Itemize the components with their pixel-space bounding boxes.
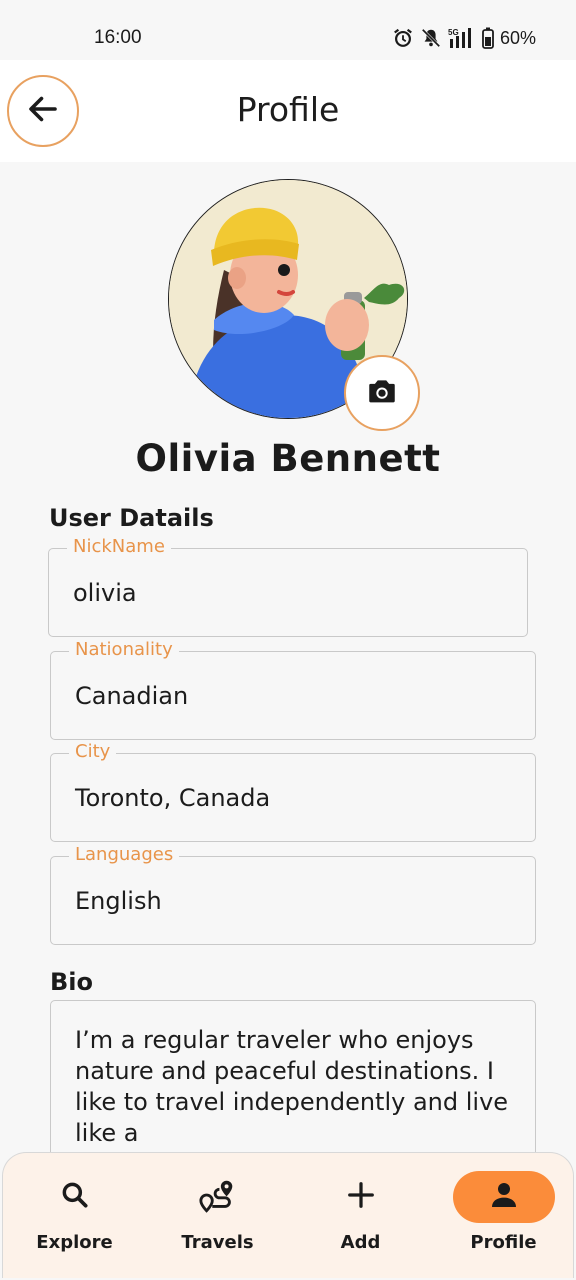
nav-add-icon-wrap bbox=[310, 1171, 412, 1223]
status-time: 16:00 bbox=[94, 27, 142, 48]
nav-travels-icon-wrap bbox=[167, 1171, 269, 1223]
nav-travels[interactable]: Travels bbox=[146, 1153, 289, 1279]
route-icon bbox=[198, 1177, 238, 1217]
person-icon bbox=[488, 1179, 520, 1215]
languages-value: English bbox=[75, 887, 162, 915]
languages-label: Languages bbox=[69, 844, 180, 866]
nationality-value: Canadian bbox=[75, 682, 189, 710]
app-header: Profile bbox=[0, 60, 576, 162]
user-name: Olivia Bennett bbox=[135, 437, 441, 480]
nav-explore-icon-wrap bbox=[24, 1171, 126, 1223]
bio-text: I’m a regular traveler who enjoys nature… bbox=[75, 1026, 509, 1147]
nav-travels-label: Travels bbox=[181, 1232, 254, 1253]
nav-add-label: Add bbox=[340, 1232, 381, 1253]
nav-profile-icon-wrap bbox=[452, 1171, 555, 1223]
nationality-field[interactable]: Nationality Canadian bbox=[50, 639, 536, 740]
user-details-title: User Datails bbox=[49, 504, 214, 532]
mute-icon bbox=[420, 27, 442, 49]
alarm-icon bbox=[392, 27, 414, 49]
plus-icon bbox=[346, 1180, 376, 1214]
nickname-value: olivia bbox=[73, 579, 137, 607]
city-label: City bbox=[69, 741, 117, 763]
5g-signal-icon: 5G bbox=[448, 27, 476, 49]
nav-profile[interactable]: Profile bbox=[432, 1153, 575, 1279]
bio-title: Bio bbox=[50, 968, 94, 996]
avatar-container bbox=[168, 179, 420, 431]
battery-icon bbox=[482, 27, 494, 49]
nav-profile-label: Profile bbox=[470, 1232, 537, 1253]
svg-text:5G: 5G bbox=[448, 28, 459, 37]
nickname-field[interactable]: NickName olivia bbox=[48, 536, 528, 637]
nationality-label: Nationality bbox=[69, 639, 179, 661]
nickname-label: NickName bbox=[67, 536, 171, 558]
change-photo-button[interactable] bbox=[344, 355, 420, 431]
city-field[interactable]: City Toronto, Canada bbox=[50, 741, 536, 842]
battery-percentage: 60% bbox=[499, 27, 536, 48]
page-title: Profile bbox=[236, 90, 340, 129]
languages-field[interactable]: Languages English bbox=[50, 844, 536, 945]
status-bar: 16:00 5G 60% bbox=[0, 0, 576, 60]
nav-explore[interactable]: Explore bbox=[3, 1153, 146, 1279]
nav-add[interactable]: Add bbox=[289, 1153, 432, 1279]
status-icons: 5G 60% bbox=[392, 26, 536, 50]
nav-explore-label: Explore bbox=[36, 1232, 113, 1253]
search-icon bbox=[59, 1179, 91, 1215]
camera-icon bbox=[365, 374, 399, 412]
bottom-navigation: Explore Travels Add Profile bbox=[2, 1152, 574, 1278]
city-value: Toronto, Canada bbox=[75, 784, 271, 812]
